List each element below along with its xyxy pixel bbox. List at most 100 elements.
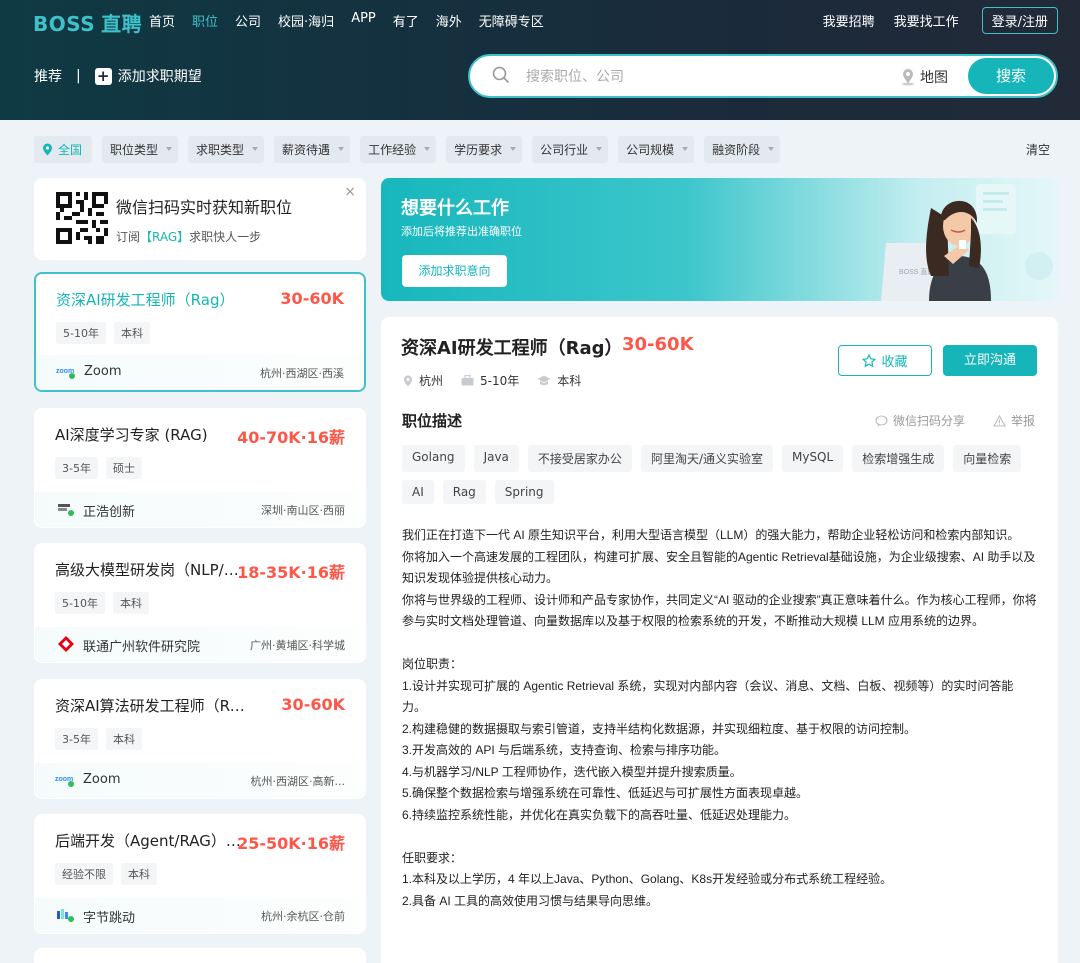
caret-down-icon — [424, 146, 431, 151]
city-filter[interactable]: 全国 — [34, 135, 93, 163]
nav-youle[interactable]: 有了 — [393, 11, 419, 30]
job-title: 资深AI算法研发工程师（Rag） — [55, 697, 245, 715]
skill-tag[interactable]: AI — [402, 480, 434, 504]
main-nav: 首页 职位 公司 校园·海归 APP 有了 海外 无障碍专区 — [149, 11, 561, 30]
nav-app[interactable]: APP — [351, 11, 376, 30]
filter-funding[interactable]: 融资阶段 — [704, 135, 781, 163]
find-job-link[interactable]: 我要找工作 — [894, 11, 959, 30]
detail-job-title: 资深AI研发工程师（Rag） — [401, 338, 623, 359]
caret-down-icon — [166, 146, 173, 151]
search-icon — [492, 66, 510, 84]
graduation-cap-icon — [537, 375, 551, 386]
job-card[interactable]: 高级大模型研发岗（NLP/RAG） 18-35K·16薪 5-10年本科 联通广… — [34, 543, 366, 663]
map-button[interactable]: 地图 — [900, 67, 948, 87]
job-location: 杭州·西湖区·西溪 — [260, 367, 344, 380]
job-card[interactable]: 资深AI研发工程师（Rag） 30-60K 5-10年 本科 zoom Zoom … — [34, 272, 366, 392]
filter-bar: 全国 职位类型 求职类型 薪资待遇 工作经验 学历要求 公司行业 公司规模 融资… — [34, 135, 1050, 163]
company-name[interactable]: 字节跳动 — [83, 907, 135, 926]
job-salary: 30-60K — [280, 289, 344, 308]
job-tag: 本科 — [112, 592, 149, 614]
briefcase-icon — [461, 375, 474, 386]
detail-salary: 30-60K — [622, 334, 694, 355]
company-name[interactable]: Zoom — [83, 772, 120, 787]
job-card[interactable]: AI深度学习专家 (RAG) 40-70K·16薪 3-5年 硕士 正浩创新 深圳… — [34, 408, 366, 528]
filter-experience[interactable]: 工作经验 — [360, 135, 437, 163]
job-tag: 本科 — [121, 863, 157, 885]
skill-tag[interactable]: Spring — [494, 480, 554, 504]
job-card[interactable]: 资深AI算法研发工程师（Rag） 30-60K 3-5年 本科 zoom Zoom… — [34, 679, 366, 799]
job-title: 资深AI研发工程师（Rag） — [56, 291, 235, 309]
caret-down-icon — [510, 146, 517, 151]
job-title: AI深度学习专家 (RAG) — [55, 426, 208, 444]
job-tag: 3-5年 — [55, 728, 98, 750]
add-preference-link[interactable]: 添加求职期望 — [118, 66, 202, 86]
preference-banner: 想要什么工作 添加后将推荐出准确职位 添加求职意向 BOSS 直聘 — [381, 178, 1058, 301]
boss-logo[interactable]: BOSS 直聘 — [33, 8, 142, 37]
login-button[interactable]: 登录/注册 — [981, 7, 1058, 34]
search-button[interactable]: 搜索 — [968, 58, 1054, 94]
nav-jobs[interactable]: 职位 — [192, 11, 218, 30]
nav-company[interactable]: 公司 — [235, 11, 261, 30]
recruit-link[interactable]: 我要招聘 — [823, 11, 875, 30]
report-link[interactable]: 举报 — [993, 412, 1035, 429]
company-name[interactable]: Zoom — [84, 364, 121, 379]
job-location: 杭州·余杭区·仓前 — [261, 910, 345, 923]
job-tag: 硕士 — [105, 457, 142, 479]
job-card[interactable]: 后端开发（Agent/RAG）-... 25-50K·16薪 经验不限 本科 字节… — [34, 814, 366, 934]
skill-tag[interactable]: 不接受居家办公 — [527, 445, 632, 472]
banner-subtitle: 添加后将推荐出准确职位 — [401, 225, 522, 238]
job-tag: 5-10年 — [56, 322, 106, 344]
detail-meta: 杭州 5-10年 本科 — [403, 372, 599, 389]
bytedance-logo-icon — [57, 909, 74, 922]
filter-salary[interactable]: 薪资待遇 — [274, 135, 351, 163]
clear-filters-button[interactable]: 清空 — [1026, 141, 1050, 158]
skill-tag[interactable]: Java — [473, 445, 519, 472]
chat-now-button[interactable]: 立即沟通 — [943, 345, 1037, 376]
skill-tag[interactable]: MySQL — [781, 445, 844, 472]
woman-laptop-illustration: BOSS 直聘 — [881, 184, 1053, 301]
nav-accessibility[interactable]: 无障碍专区 — [479, 11, 544, 30]
company-name[interactable]: 正浩创新 — [83, 501, 135, 520]
job-title: 后端开发（Agent/RAG）-... — [55, 832, 245, 850]
close-icon[interactable]: × — [344, 184, 356, 200]
wechat-icon — [875, 414, 888, 426]
map-label: 地图 — [920, 70, 948, 86]
job-tag: 本科 — [113, 322, 150, 344]
nav-campus[interactable]: 校园·海归 — [278, 11, 334, 30]
favorite-button[interactable]: 收藏 — [838, 345, 932, 376]
filter-scale[interactable]: 公司规模 — [618, 135, 695, 163]
caret-down-icon — [338, 146, 345, 151]
filter-seek-type[interactable]: 求职类型 — [188, 135, 265, 163]
detail-experience: 5-10年 — [461, 372, 519, 389]
qr-code-icon — [56, 192, 108, 244]
job-description: 我们正在打造下一代 AI 原生知识平台，利用大型语言模型（LLM）的强大能力，帮… — [402, 528, 1037, 908]
recommend-label[interactable]: 推荐 — [34, 66, 62, 86]
top-header: BOSS 直聘 首页 职位 公司 校园·海归 APP 有了 海外 无障碍专区 我要… — [0, 0, 1080, 120]
filter-degree[interactable]: 学历要求 — [446, 135, 523, 163]
location-icon — [404, 375, 412, 386]
caret-down-icon — [682, 146, 689, 151]
nav-overseas[interactable]: 海外 — [436, 11, 462, 30]
job-location: 广州·黄埔区·科学城 — [250, 639, 345, 652]
filter-job-type[interactable]: 职位类型 — [102, 135, 179, 163]
add-intention-button[interactable]: 添加求职意向 — [402, 255, 507, 287]
city-label: 全国 — [58, 142, 83, 157]
job-card[interactable] — [34, 948, 366, 963]
nav-home[interactable]: 首页 — [149, 11, 175, 30]
skill-tag[interactable]: Golang — [402, 445, 465, 472]
divider: | — [76, 68, 81, 84]
search-input[interactable] — [526, 65, 856, 87]
job-location: 深圳·南山区·西丽 — [261, 504, 345, 517]
caret-down-icon — [252, 146, 259, 151]
wechat-share-link[interactable]: 微信扫码分享 — [875, 412, 965, 429]
plus-icon[interactable]: + — [94, 67, 112, 85]
skill-tag[interactable]: Rag — [442, 480, 486, 504]
banner-title: 想要什么工作 — [401, 198, 509, 219]
skill-tag[interactable]: 阿里淘天/通义实验室 — [640, 445, 773, 472]
skill-tag[interactable]: 检索增强生成 — [852, 445, 945, 472]
skill-tag[interactable]: 向量检索 — [953, 445, 1022, 472]
warning-icon — [993, 414, 1006, 427]
company-name[interactable]: 联通广州软件研究院 — [83, 636, 200, 655]
filter-industry[interactable]: 公司行业 — [532, 135, 609, 163]
job-tag: 5-10年 — [55, 592, 105, 614]
